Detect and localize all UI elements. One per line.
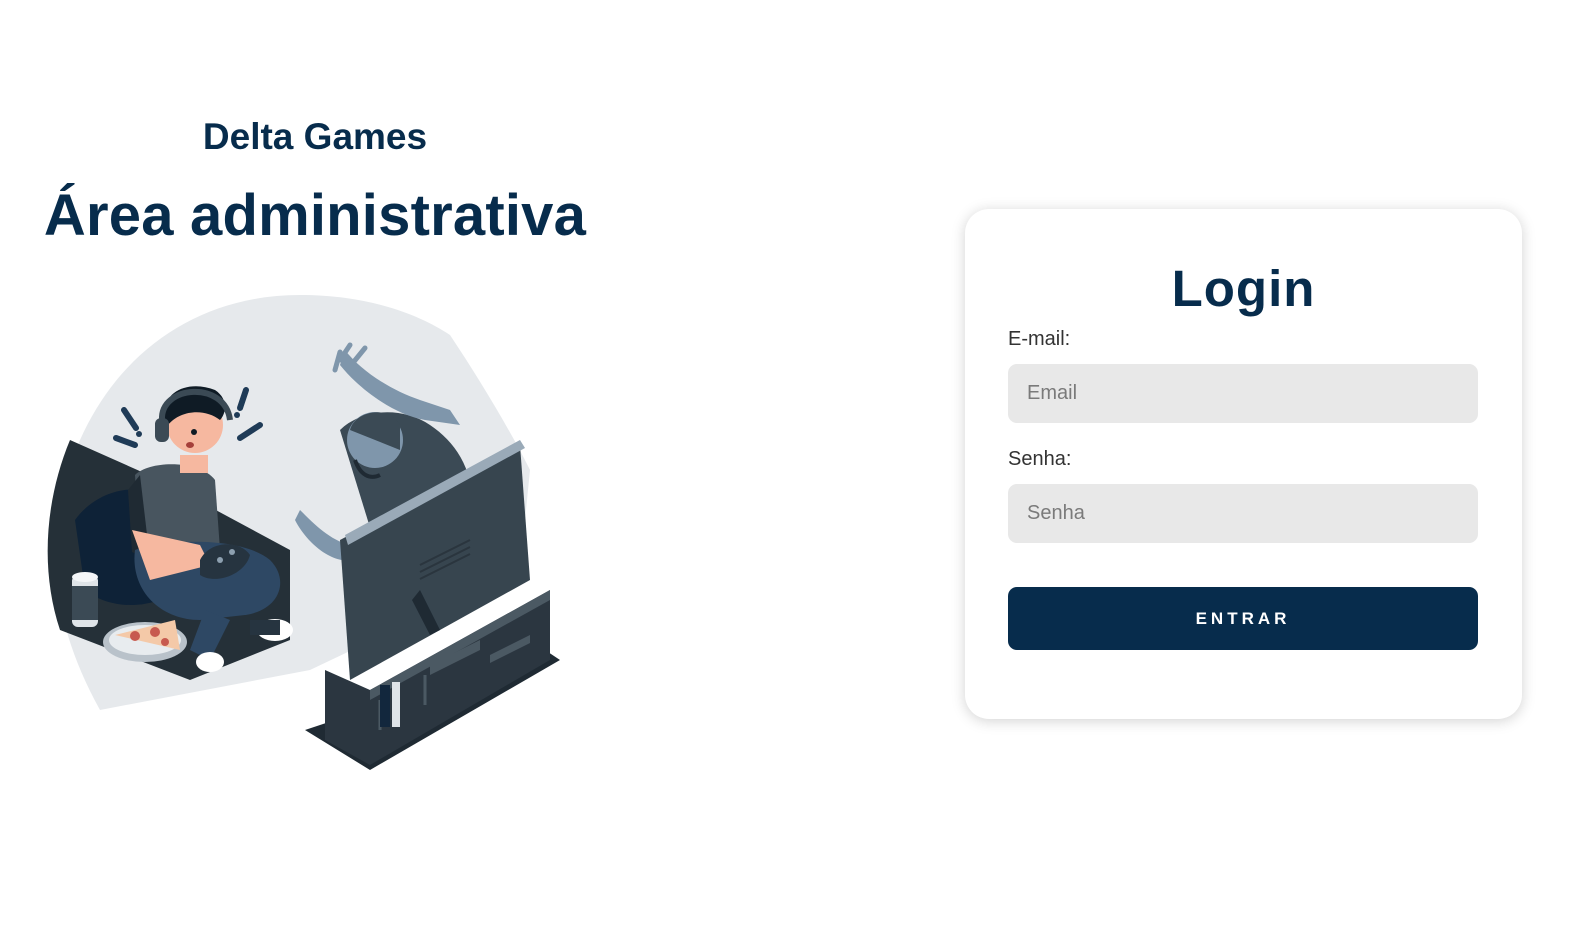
email-field[interactable]: [1008, 364, 1478, 423]
brand-name: Delta Games: [202, 116, 428, 157]
gamer-illustration: [47, 295, 560, 770]
login-card: Login E-mail: Senha: ENTRAR: [965, 209, 1522, 719]
email-label: E-mail:: [1008, 328, 1071, 350]
login-page: Delta Games Área administrativa Login E-…: [0, 0, 1578, 932]
login-title: Login: [1171, 260, 1316, 317]
password-label: Senha:: [1008, 448, 1072, 470]
password-field[interactable]: [1008, 484, 1478, 543]
page-title: Área administrativa: [43, 183, 587, 248]
submit-button[interactable]: ENTRAR: [1008, 587, 1478, 650]
